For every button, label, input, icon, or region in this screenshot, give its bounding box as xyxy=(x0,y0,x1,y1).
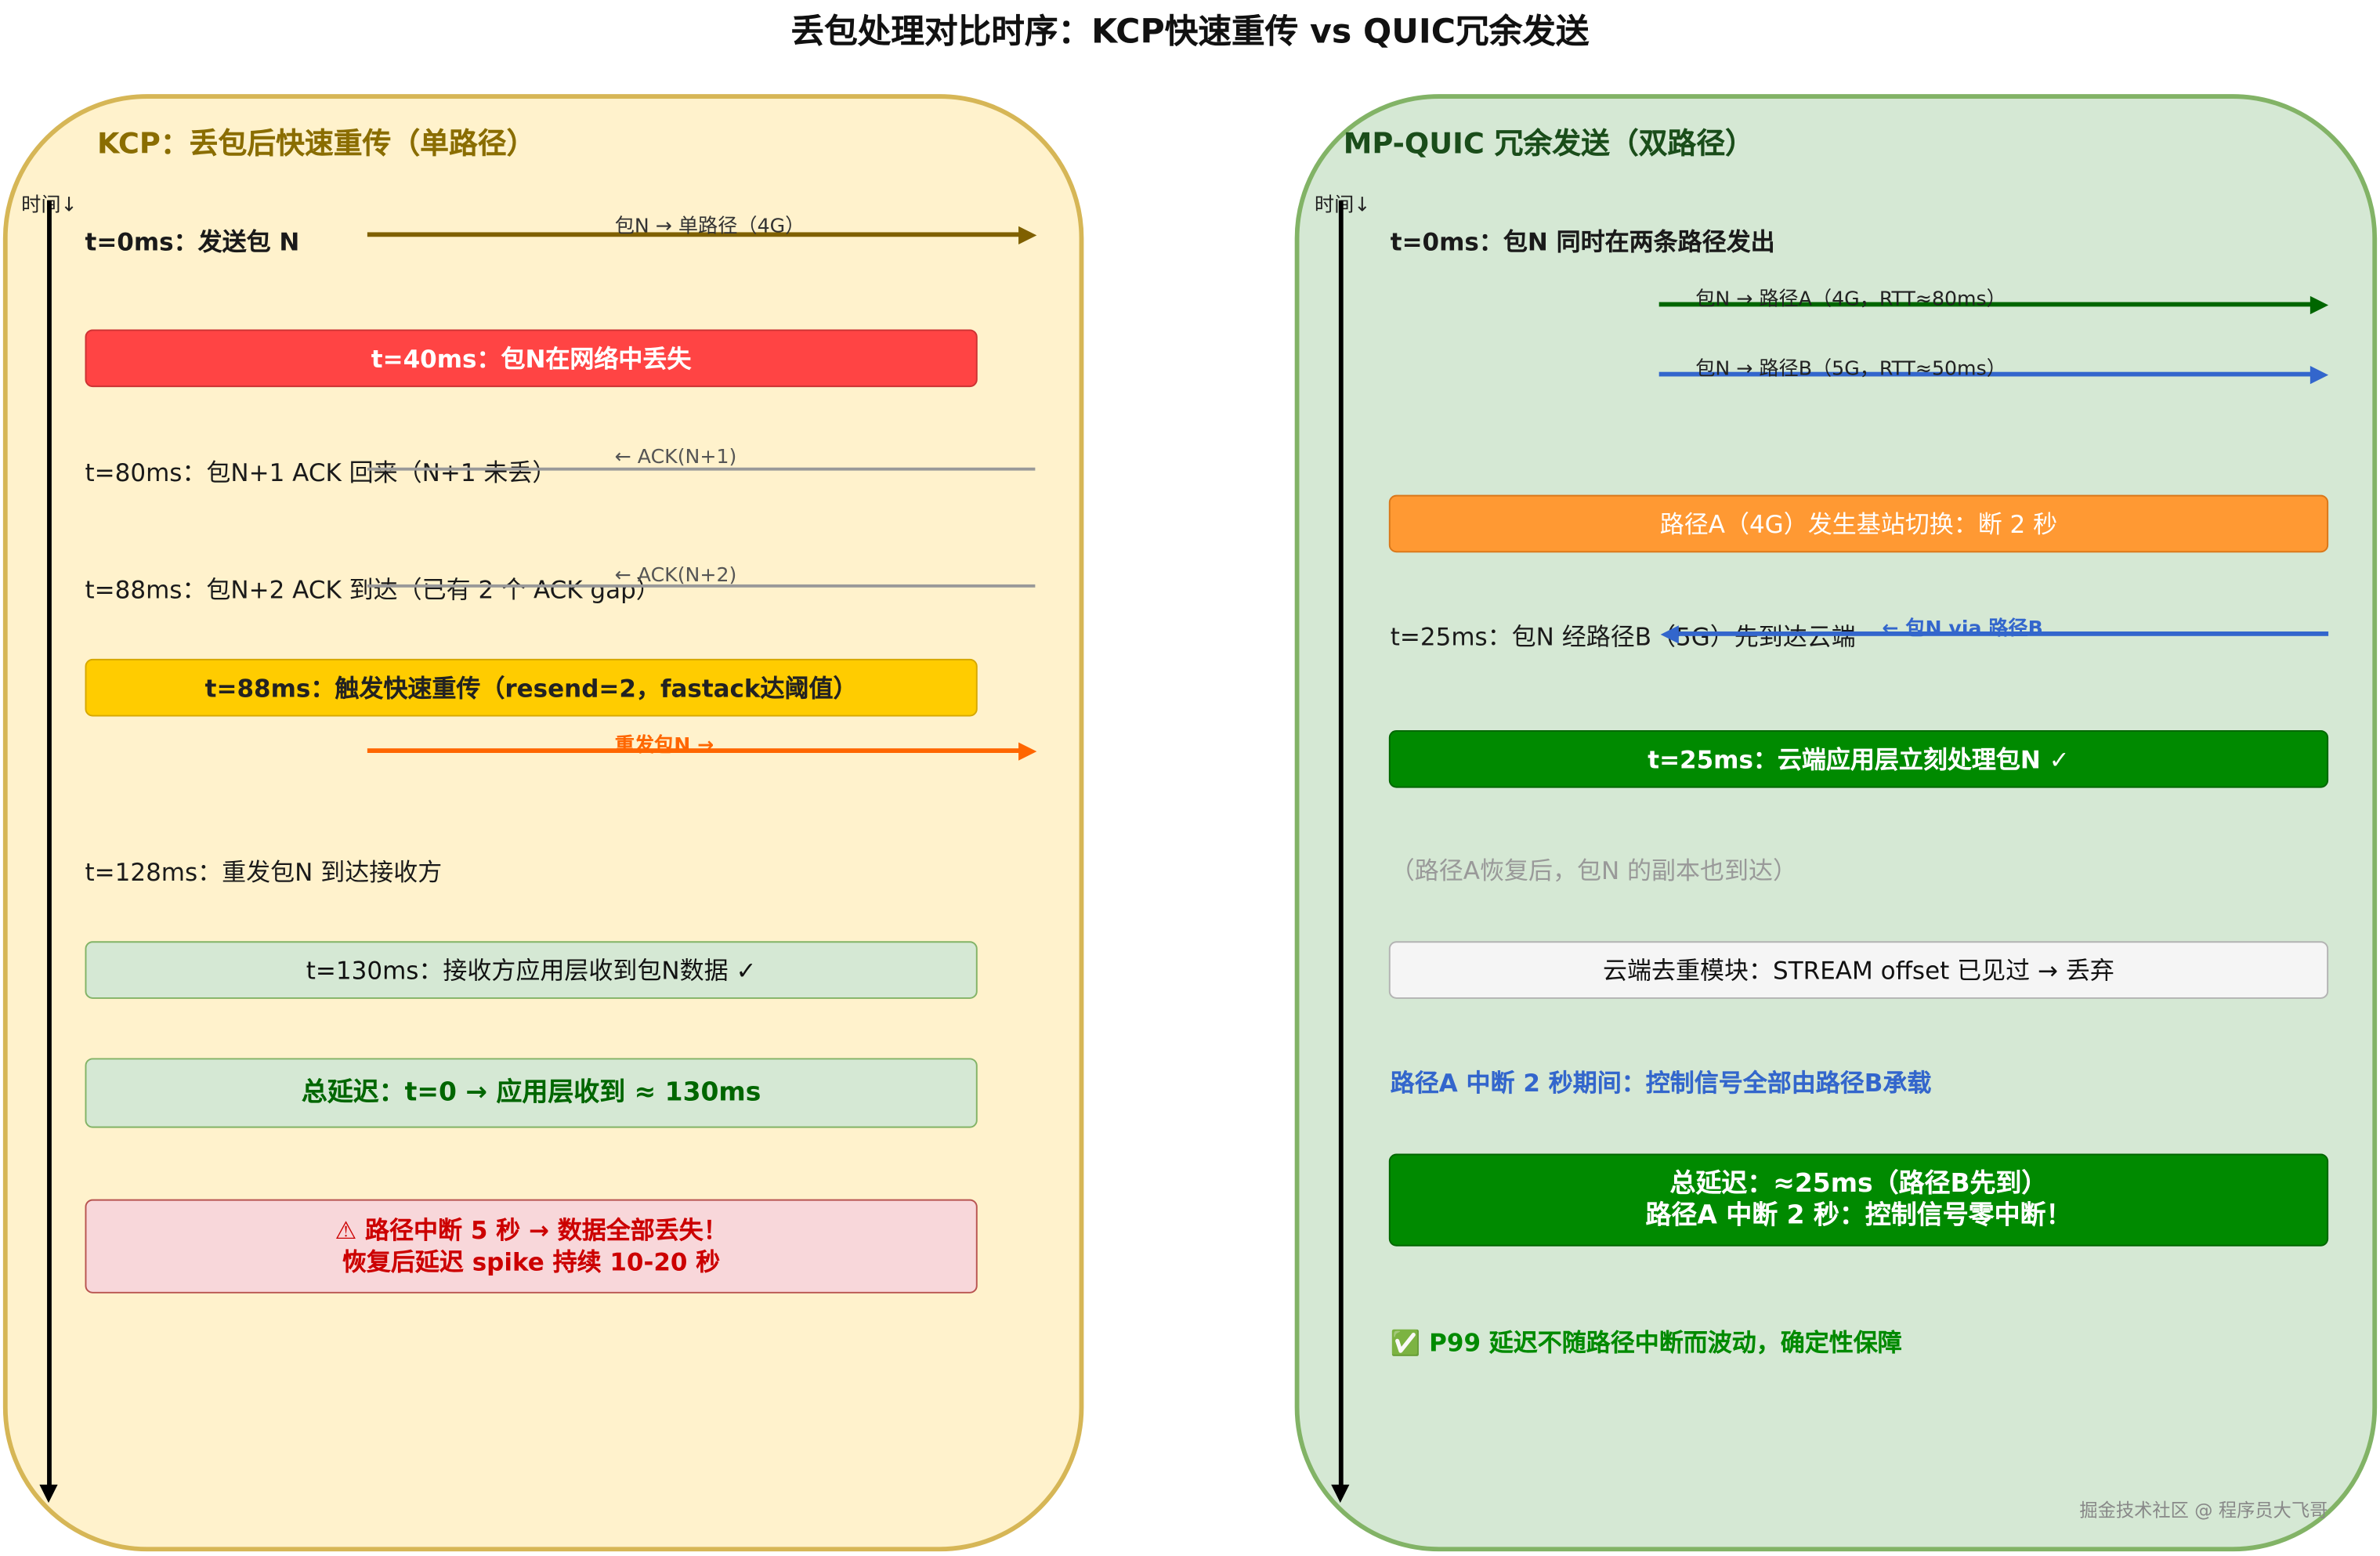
quic-control-note: 路径A 中断 2 秒期间：控制信号全部由路径B承载 xyxy=(1390,1069,1932,1098)
kcp-warning-box: ⚠ 路径中断 5 秒 → 数据全部丢失！ 恢复后延迟 spike 持续 10-2… xyxy=(85,1199,978,1294)
kcp-ack1-label: ← ACK(N+1) xyxy=(614,446,737,469)
quic-handover-box: 路径A（4G）发生基站切换：断 2 秒 xyxy=(1388,494,2329,553)
kcp-panel-title: KCP：丢包后快速重传（单路径） xyxy=(97,127,536,161)
quic-copy-note: （路径A恢复后，包N 的副本也到达） xyxy=(1390,856,1798,885)
quic-axis-arrowhead xyxy=(1331,1484,1350,1504)
quic-total-line1: 总延迟：≈25ms（路径B先到） xyxy=(1669,1167,2048,1199)
kcp-received-box: t=130ms：接收方应用层收到包N数据 ✓ xyxy=(85,941,978,999)
quic-panel-title: MP-QUIC 冗余发送（双路径） xyxy=(1343,127,1754,161)
quic-via-b-arrowhead xyxy=(1660,625,1679,644)
quic-total-line2: 路径A 中断 2 秒：控制信号零中断！ xyxy=(1645,1200,2072,1231)
kcp-axis-arrowhead xyxy=(39,1484,58,1504)
kcp-step-t88: t=88ms：包N+2 ACK 到达（已有 2 个 ACK gap） xyxy=(85,575,660,605)
kcp-warning-line1: ⚠ 路径中断 5 秒 → 数据全部丢失！ xyxy=(335,1215,728,1245)
kcp-resend-arrowhead xyxy=(1018,742,1037,761)
kcp-panel xyxy=(2,94,1084,1552)
quic-time-axis xyxy=(1338,200,1344,1488)
quic-path-b-label: 包N → 路径B（5G，RTT≈50ms） xyxy=(1695,358,2006,382)
kcp-step-t80: t=80ms：包N+1 ACK 回来（N+1 未丢） xyxy=(85,458,557,487)
quic-path-a-label: 包N → 路径A（4G，RTT≈80ms） xyxy=(1695,288,2006,312)
quic-dedup-box: 云端去重模块：STREAM offset 已见过 → 丢弃 xyxy=(1388,941,2329,999)
kcp-send-arrow-label: 包N → 单路径（4G） xyxy=(614,215,805,239)
kcp-ack2-label: ← ACK(N+2) xyxy=(614,564,737,588)
page-title: 丢包处理对比时序：KCP快速重传 vs QUIC冗余发送 xyxy=(790,13,1590,52)
quic-p99-text: P99 延迟不随路径中断而波动，确定性保障 xyxy=(1429,1328,1902,1358)
quic-via-b-label: ← 包N via 路径B xyxy=(1882,617,2043,641)
quic-p99-line: ✅ P99 延迟不随路径中断而波动，确定性保障 xyxy=(1391,1323,1902,1359)
kcp-warning-line2: 恢复后延迟 spike 持续 10-20 秒 xyxy=(342,1247,721,1277)
kcp-total-latency-box: 总延迟：t=0 → 应用层收到 ≈ 130ms xyxy=(85,1058,978,1128)
kcp-resend-arrow-label: 重发包N → xyxy=(614,734,714,758)
watermark: 掘金技术社区 @ 程序员大飞哥 xyxy=(2079,1500,2328,1522)
check-icon: ✅ xyxy=(1390,1328,1421,1358)
quic-total-latency-box: 总延迟：≈25ms（路径B先到） 路径A 中断 2 秒：控制信号零中断！ xyxy=(1388,1153,2329,1247)
kcp-step-t128: t=128ms：重发包N 到达接收方 xyxy=(85,857,443,887)
kcp-fast-resend-box: t=88ms：触发快速重传（resend=2，fastack达阈值） xyxy=(85,658,978,717)
kcp-step-t0: t=0ms：发送包 N xyxy=(85,227,300,257)
kcp-time-axis xyxy=(47,200,52,1488)
kcp-send-arrowhead xyxy=(1018,226,1037,244)
quic-process-box: t=25ms：云端应用层立刻处理包N ✓ xyxy=(1388,729,2329,788)
kcp-loss-box: t=40ms：包N在网络中丢失 xyxy=(85,329,978,388)
quic-path-b-arrowhead xyxy=(2309,365,2329,385)
quic-step-t0: t=0ms：包N 同时在两条路径发出 xyxy=(1390,227,1775,257)
quic-path-a-arrowhead xyxy=(2309,295,2329,315)
